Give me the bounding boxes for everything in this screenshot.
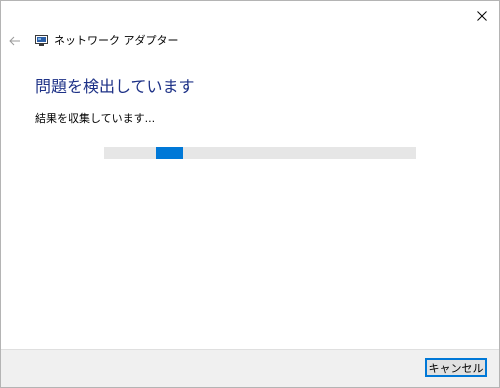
app-title: ネットワーク アダプター — [54, 34, 179, 47]
back-button[interactable] — [5, 31, 25, 51]
cancel-button[interactable]: キャンセル — [425, 358, 487, 377]
close-button[interactable] — [465, 1, 499, 31]
page-title: 問題を検出しています — [35, 77, 195, 96]
progress-indicator — [156, 147, 184, 159]
status-text: 結果を収集しています... — [35, 112, 156, 125]
footer-bar: キャンセル — [1, 349, 499, 387]
network-adapter-icon — [35, 35, 48, 46]
progress-bar — [104, 147, 416, 159]
close-icon — [477, 11, 487, 21]
back-arrow-icon — [9, 36, 20, 46]
troubleshooter-window: ネットワーク アダプター 問題を検出しています 結果を収集しています... キャ… — [0, 0, 500, 388]
title-bar: ネットワーク アダプター — [1, 29, 499, 53]
